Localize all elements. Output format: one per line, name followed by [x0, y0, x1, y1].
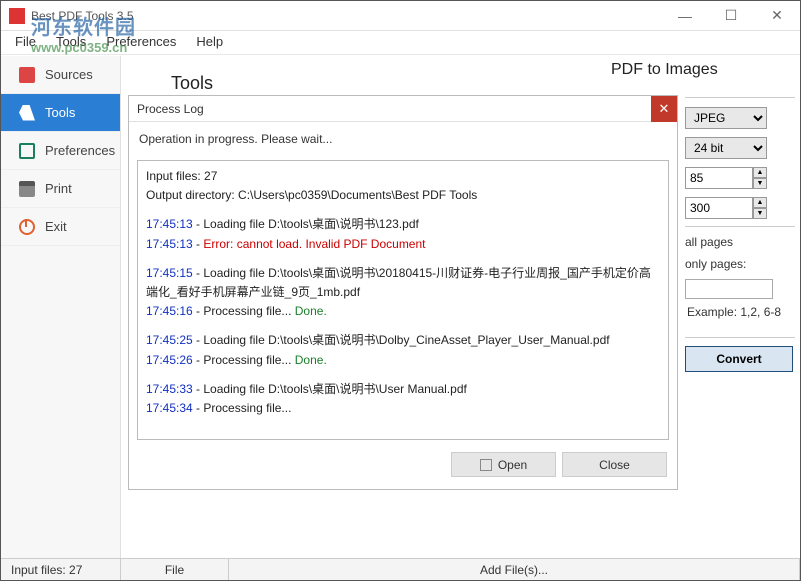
close-button[interactable]: Close: [562, 452, 667, 477]
sidebar-label: Exit: [45, 219, 67, 234]
color-depth-select[interactable]: 24 bit: [685, 137, 767, 159]
sidebar-item-tools[interactable]: Tools: [1, 94, 120, 132]
menu-file[interactable]: File: [5, 31, 46, 54]
log-line: 17:45:33 - Loading file D:\tools\桌面\说明书\…: [146, 380, 660, 399]
log-line: 17:45:13 - Error: cannot load. Invalid P…: [146, 235, 660, 254]
conversion-options-panel: JPEG 24 bit ▲▼ ▲▼ all pages only pages: …: [685, 91, 795, 372]
log-line: 17:45:15 - Loading file D:\tools\桌面\说明书\…: [146, 264, 660, 302]
dialog-titlebar: Process Log ✕: [129, 96, 677, 122]
close-window-button[interactable]: ✕: [754, 1, 800, 31]
open-button[interactable]: Open: [451, 452, 556, 477]
dialog-status: Operation in progress. Please wait...: [129, 122, 677, 160]
sidebar-item-exit[interactable]: Exit: [1, 208, 120, 246]
log-line: 17:45:25 - Loading file D:\tools\桌面\说明书\…: [146, 331, 660, 350]
menu-bar: File Tools Preferences Help: [1, 31, 800, 55]
minimize-button[interactable]: —: [662, 1, 708, 31]
dialog-close-button[interactable]: ✕: [651, 96, 677, 122]
tools-icon: [19, 105, 35, 121]
dpi-input[interactable]: [685, 197, 753, 219]
log-textarea[interactable]: Input files: 27 Output directory: C:\Use…: [137, 160, 669, 440]
convert-button[interactable]: Convert: [685, 346, 793, 372]
preferences-icon: [19, 143, 35, 159]
app-icon: [9, 8, 25, 24]
dpi-spinner[interactable]: ▲▼: [753, 197, 767, 219]
sidebar-item-sources[interactable]: Sources: [1, 56, 120, 94]
menu-help[interactable]: Help: [186, 31, 233, 54]
print-icon: [19, 181, 35, 197]
page-title-pdf-to-images: PDF to Images: [611, 61, 718, 79]
format-select[interactable]: JPEG: [685, 107, 767, 129]
page-range-input[interactable]: [685, 279, 773, 299]
log-line: 17:45:34 - Processing file...: [146, 399, 660, 418]
sidebar-label: Sources: [45, 67, 93, 82]
page-title-tools: Tools: [171, 73, 213, 94]
status-bar: Input files: 27 File Add File(s)...: [1, 558, 800, 580]
menu-preferences[interactable]: Preferences: [96, 31, 186, 54]
log-line: 17:45:16 - Processing file... Done.: [146, 302, 660, 321]
menu-tools[interactable]: Tools: [46, 31, 96, 54]
title-bar: Best PDF Tools 3.5 — ☐ ✕: [1, 1, 800, 31]
sources-icon: [19, 67, 35, 83]
status-input-files: Input files: 27: [1, 559, 121, 580]
status-file-button[interactable]: File: [121, 559, 229, 580]
example-text: Example: 1,2, 6-8: [687, 305, 795, 319]
window-title: Best PDF Tools 3.5: [31, 9, 134, 23]
maximize-button[interactable]: ☐: [708, 1, 754, 31]
sidebar: Sources Tools Preferences Print Exit: [1, 56, 121, 558]
only-pages-option[interactable]: only pages:: [685, 257, 795, 271]
sidebar-label: Tools: [45, 105, 75, 120]
all-pages-option[interactable]: all pages: [685, 235, 795, 249]
open-icon: [480, 459, 492, 471]
status-add-files-button[interactable]: Add File(s)...: [229, 559, 800, 580]
dialog-title: Process Log: [137, 102, 204, 116]
log-line: Output directory: C:\Users\pc0359\Docume…: [146, 186, 660, 205]
sidebar-label: Print: [45, 181, 72, 196]
quality-spinner[interactable]: ▲▼: [753, 167, 767, 189]
sidebar-item-preferences[interactable]: Preferences: [1, 132, 120, 170]
exit-icon: [19, 219, 35, 235]
process-log-dialog: Process Log ✕ Operation in progress. Ple…: [128, 95, 678, 490]
quality-input[interactable]: [685, 167, 753, 189]
sidebar-label: Preferences: [45, 143, 115, 158]
log-line: 17:45:13 - Loading file D:\tools\桌面\说明书\…: [146, 215, 660, 234]
sidebar-item-print[interactable]: Print: [1, 170, 120, 208]
log-line: 17:45:26 - Processing file... Done.: [146, 351, 660, 370]
log-line: Input files: 27: [146, 167, 660, 186]
